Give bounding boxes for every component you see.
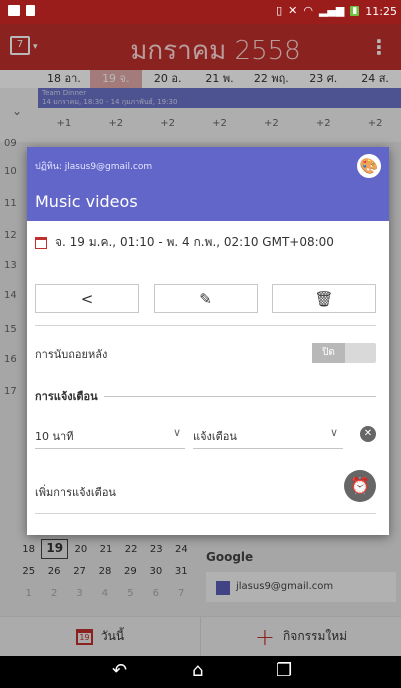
divider <box>35 325 376 326</box>
event-actions: < ✎ 🗑 <box>35 284 376 313</box>
event-detail-dialog: ปฏิทิน: jlasus9@gmail.com 🎨 Music videos… <box>27 147 389 535</box>
toggle-knob: ปิด <box>312 343 345 363</box>
remove-reminder-icon[interactable]: ✕ <box>360 426 376 442</box>
clock: 11:25 <box>365 4 397 18</box>
recent-apps-icon[interactable]: ❐ <box>276 660 292 681</box>
status-bar: ▯ ✕ ◠ ▂▄▆ ▮ 11:25 <box>0 0 401 24</box>
countdown-toggle[interactable]: ปิด <box>312 343 376 363</box>
edit-button[interactable]: ✎ <box>153 284 258 313</box>
palette-icon[interactable]: 🎨 <box>357 154 381 178</box>
dialog-header: ปฏิทิน: jlasus9@gmail.com 🎨 Music videos <box>27 147 389 221</box>
add-reminder-label: เพิ่มการแจ้งเตือน <box>35 486 116 499</box>
reminder-time-select[interactable]: 10 นาที <box>35 427 73 445</box>
system-navigation-bar: ↶ ⌂ ❐ <box>0 656 401 688</box>
signal-icon: ▂▄▆ <box>318 4 345 17</box>
calendar-name: ปฏิทิน: jlasus9@gmail.com <box>35 162 153 172</box>
event-title: Music videos <box>35 192 138 211</box>
countdown-label: การนับถอยหลัง <box>35 348 108 361</box>
share-icon: < <box>80 289 94 308</box>
event-date-time-text: จ. 19 ม.ค., 01:10 - พ. 4 ก.พ., 02:10 GMT… <box>55 235 334 249</box>
add-reminder-icon[interactable]: ⏰ <box>344 470 376 502</box>
delete-button[interactable]: 🗑 <box>272 284 376 313</box>
trash-icon: 🗑 <box>314 289 334 308</box>
reminders-header: การแจ้งเตือน <box>35 387 104 405</box>
share-button[interactable]: < <box>35 284 139 313</box>
wifi-icon: ◠ <box>303 4 313 17</box>
select-underline <box>35 448 185 449</box>
chevron-down-icon[interactable]: ∨ <box>330 426 338 439</box>
back-icon[interactable]: ↶ <box>112 660 127 681</box>
notification-icon <box>8 5 20 16</box>
calendar-icon <box>35 236 47 249</box>
event-date-time: จ. 19 ม.ค., 01:10 - พ. 4 ก.พ., 02:10 GMT… <box>35 233 334 252</box>
battery-icon: ▮ <box>350 6 360 16</box>
reminder-row: 10 นาที ∨ แจ้งเตือน ∨ ✕ <box>35 426 376 445</box>
pencil-icon: ✎ <box>199 289 212 308</box>
select-underline <box>193 448 343 449</box>
vibrate-icon: ▯ <box>276 4 283 17</box>
reminder-method-select[interactable]: แจ้งเตือน <box>193 427 237 445</box>
notification-icon <box>26 5 35 16</box>
mute-icon: ✕ <box>288 4 298 17</box>
divider <box>35 513 376 514</box>
home-icon[interactable]: ⌂ <box>192 660 203 681</box>
chevron-down-icon[interactable]: ∨ <box>173 426 181 439</box>
